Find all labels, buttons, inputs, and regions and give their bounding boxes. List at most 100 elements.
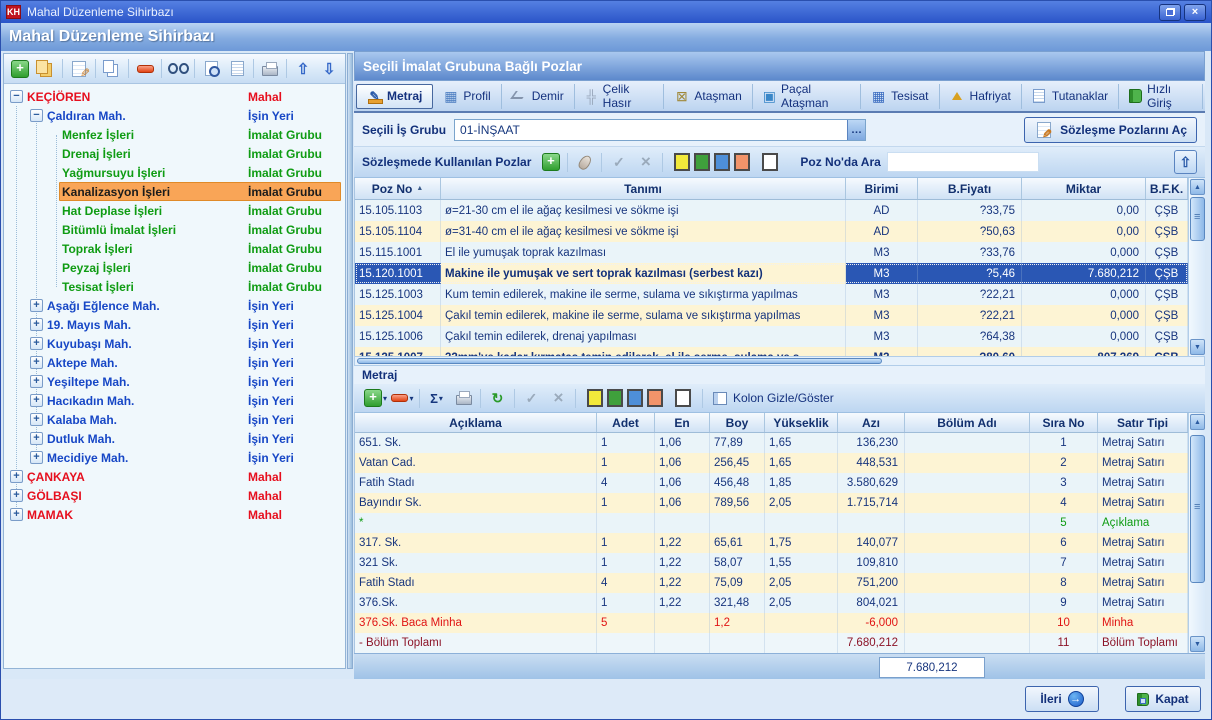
- table-row[interactable]: Fatih Stadı41,06456,481,853.580,6293Metr…: [355, 473, 1188, 493]
- color-swatch-blue[interactable]: [714, 153, 730, 171]
- tree-collapse-icon[interactable]: −: [10, 90, 23, 103]
- check-icon[interactable]: [606, 151, 631, 173]
- table-row[interactable]: 317. Sk.11,2265,611,75140,0776Metraj Sat…: [355, 533, 1188, 553]
- refresh-icon[interactable]: [485, 387, 510, 409]
- tree-item[interactable]: +MAMAKMahal: [4, 505, 345, 524]
- preview-icon[interactable]: [199, 58, 223, 80]
- tree-item[interactable]: Drenaj İşleriİmalat Grubu: [4, 144, 345, 163]
- eraser-icon[interactable]: [572, 151, 597, 173]
- tab-hizli-giris[interactable]: Hızlı Giriş: [1119, 84, 1203, 109]
- collapse-up-button[interactable]: ⇧: [1174, 150, 1197, 174]
- tree-item[interactable]: −KEÇİÖRENMahal: [4, 87, 345, 106]
- tab-atasman[interactable]: Ataşman: [664, 84, 752, 109]
- tree-expand-icon[interactable]: +: [30, 375, 43, 388]
- column-header[interactable]: Miktar: [1022, 178, 1146, 199]
- tree-item[interactable]: +GÖLBAŞIMahal: [4, 486, 345, 505]
- delete-icon[interactable]: [133, 58, 157, 80]
- print-icon[interactable]: [258, 58, 282, 80]
- color-swatch-green[interactable]: [694, 153, 710, 171]
- table-row[interactable]: 15.120.1001Makine ile yumuşak ve sert to…: [355, 263, 1188, 284]
- tab-demir[interactable]: Demir: [502, 84, 575, 109]
- poz-search-input[interactable]: [887, 152, 1039, 172]
- scrollbar-thumb[interactable]: [1190, 435, 1205, 583]
- move-down-icon[interactable]: [317, 58, 341, 80]
- tree-item[interactable]: +Yeşiltepe Mah.İşin Yeri: [4, 372, 345, 391]
- tab-tutanaklar[interactable]: Tutanaklar: [1022, 84, 1119, 109]
- tree-item[interactable]: +ÇANKAYAMahal: [4, 467, 345, 486]
- move-up-icon[interactable]: [291, 58, 315, 80]
- tree-item[interactable]: +Aşağı Eğlence Mah.İşin Yeri: [4, 296, 345, 315]
- tree-item[interactable]: +19. Mayıs Mah.İşin Yeri: [4, 315, 345, 334]
- tab-hafriyat[interactable]: Hafriyat: [940, 84, 1022, 109]
- print-icon[interactable]: [451, 387, 476, 409]
- column-header[interactable]: Sıra No: [1030, 413, 1098, 432]
- table-row[interactable]: 15.105.1103ø=21-30 cm el ile ağaç kesilm…: [355, 200, 1188, 221]
- tree-item[interactable]: Menfez İşleriİmalat Grubu: [4, 125, 345, 144]
- next-button[interactable]: İleri →: [1025, 686, 1099, 712]
- find-icon[interactable]: [166, 58, 190, 80]
- tree-item[interactable]: Yağmursuyu İşleriİmalat Grubu: [4, 163, 345, 182]
- hscrollbar-thumb[interactable]: [357, 358, 882, 364]
- column-header[interactable]: En: [655, 413, 710, 432]
- column-header[interactable]: Adet: [597, 413, 655, 432]
- tree-item[interactable]: +Kalaba Mah.İşin Yeri: [4, 410, 345, 429]
- add-icon[interactable]: [538, 151, 563, 173]
- tree-item[interactable]: +Dutluk Mah.İşin Yeri: [4, 429, 345, 448]
- table-row[interactable]: 15.115.1001El ile yumuşak toprak kazılma…: [355, 242, 1188, 263]
- cross-icon[interactable]: [633, 151, 658, 173]
- column-header[interactable]: Tanımı: [441, 178, 846, 199]
- color-swatch-blue[interactable]: [627, 389, 643, 407]
- duplicate-icon[interactable]: [34, 58, 58, 80]
- tree-item[interactable]: Toprak İşleriİmalat Grubu: [4, 239, 345, 258]
- table-row[interactable]: Vatan Cad.11,06256,451,65448,5312Metraj …: [355, 453, 1188, 473]
- tree-collapse-icon[interactable]: −: [30, 109, 43, 122]
- tree-expand-icon[interactable]: +: [30, 432, 43, 445]
- color-swatch-orange[interactable]: [734, 153, 750, 171]
- column-toggle-button[interactable]: Kolon Gizle/Göster: [733, 391, 834, 405]
- tree-item[interactable]: Kanalizasyon İşleriİmalat Grubu: [4, 182, 345, 201]
- add-icon[interactable]: [8, 58, 32, 80]
- tab-metraj[interactable]: Metraj: [356, 84, 433, 109]
- tree-item[interactable]: +Hacıkadın Mah.İşin Yeri: [4, 391, 345, 410]
- table-row[interactable]: 15.105.1104ø=31-40 cm el ile ağaç kesilm…: [355, 221, 1188, 242]
- tree-expand-icon[interactable]: +: [30, 356, 43, 369]
- close-window-button[interactable]: ×: [1184, 4, 1206, 21]
- tree-item[interactable]: Bitümlü İmalat İşleriİmalat Grubu: [4, 220, 345, 239]
- table-row[interactable]: *5Açıklama: [355, 513, 1188, 533]
- scroll-up-button[interactable]: ▲: [1190, 179, 1205, 195]
- metraj-vertical-scrollbar[interactable]: ▲ ▼: [1188, 413, 1205, 653]
- column-header[interactable]: B.F.K.: [1146, 178, 1188, 199]
- table-row[interactable]: 15.125.1003Kum temin edilerek, makine il…: [355, 284, 1188, 305]
- tree-item[interactable]: Hat Deplase İşleriİmalat Grubu: [4, 201, 345, 220]
- color-swatch-white[interactable]: [762, 153, 778, 171]
- color-swatch-white[interactable]: [675, 389, 691, 407]
- close-button[interactable]: Kapat: [1125, 686, 1201, 712]
- tree-item[interactable]: +Aktepe Mah.İşin Yeri: [4, 353, 345, 372]
- open-contract-pozlar-button[interactable]: Sözleşme Pozlarını Aç: [1024, 117, 1197, 143]
- panel-splitter[interactable]: [347, 53, 353, 669]
- pozlar-vertical-scrollbar[interactable]: ▲ ▼: [1188, 178, 1205, 356]
- tree-expand-icon[interactable]: +: [30, 318, 43, 331]
- tree-expand-icon[interactable]: +: [10, 470, 23, 483]
- copy-icon[interactable]: [100, 58, 124, 80]
- tree-item[interactable]: +Kuyubaşı Mah.İşin Yeri: [4, 334, 345, 353]
- scrollbar-thumb[interactable]: [1190, 197, 1205, 241]
- tree-expand-icon[interactable]: +: [30, 394, 43, 407]
- tree-item[interactable]: Peyzaj İşleriİmalat Grubu: [4, 258, 345, 277]
- tab-celik-hasir[interactable]: Çelik Hasır: [575, 84, 665, 109]
- tree-item[interactable]: −Çaldıran Mah.İşin Yeri: [4, 106, 345, 125]
- table-row[interactable]: 376.Sk.11,22321,482,05804,0219Metraj Sat…: [355, 593, 1188, 613]
- combo-ellipsis-button[interactable]: …: [847, 120, 865, 140]
- restore-window-button[interactable]: [1159, 4, 1181, 21]
- cross-icon[interactable]: [546, 387, 571, 409]
- column-header[interactable]: Birimi: [846, 178, 918, 199]
- edit-icon[interactable]: [67, 58, 91, 80]
- document-icon[interactable]: [225, 58, 249, 80]
- table-row[interactable]: 321 Sk.11,2258,071,55109,8107Metraj Satı…: [355, 553, 1188, 573]
- column-header[interactable]: Poz No▲: [355, 178, 441, 199]
- tree-item[interactable]: Tesisat İşleriİmalat Grubu: [4, 277, 345, 296]
- column-header[interactable]: Açıklama: [355, 413, 597, 432]
- table-row[interactable]: - Bölüm Toplamı7.680,21211Bölüm Toplamı: [355, 633, 1188, 653]
- tree-item[interactable]: +Mecidiye Mah.İşin Yeri: [4, 448, 345, 467]
- color-swatch-yellow[interactable]: [587, 389, 603, 407]
